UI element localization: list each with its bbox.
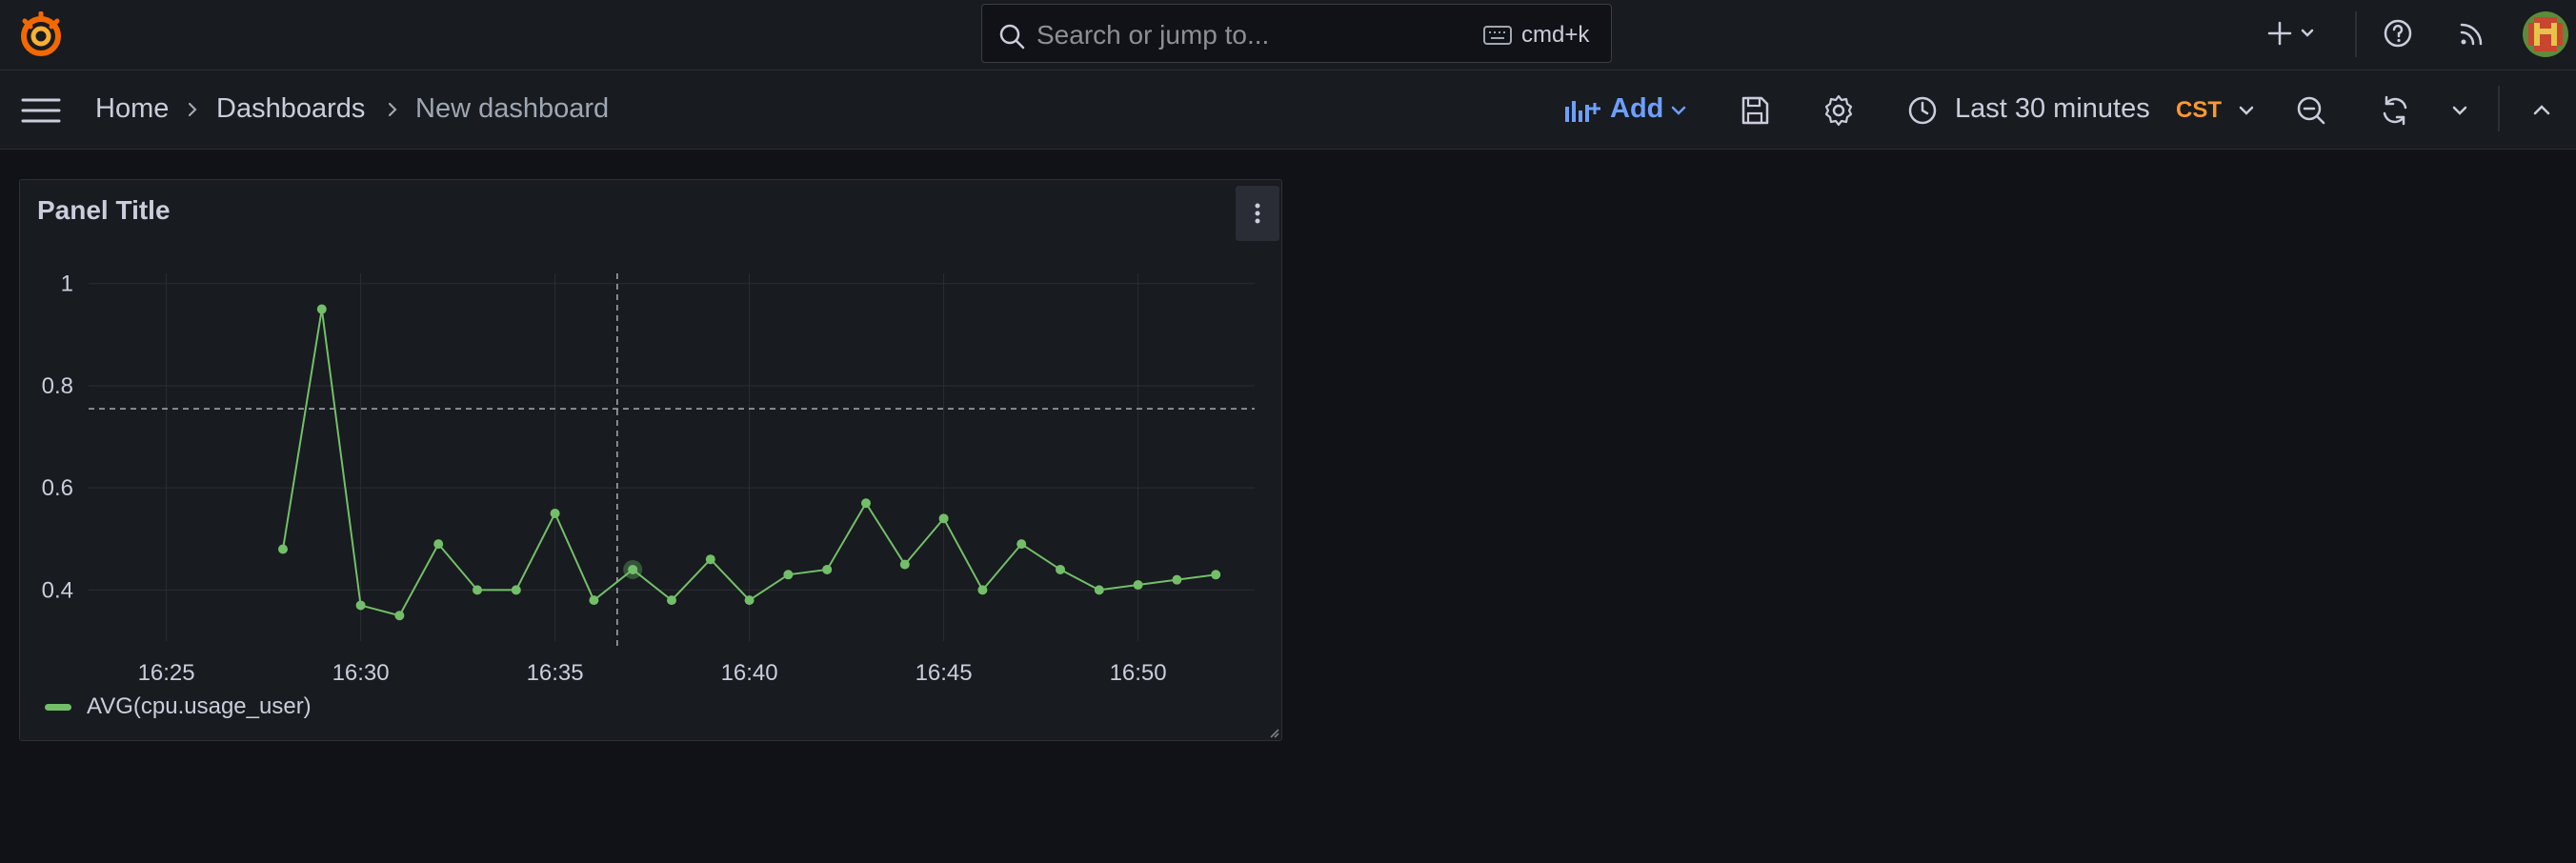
chevron-right-icon (388, 102, 397, 117)
y-tick-label: 0.4 (42, 577, 73, 603)
y-tick-label: 0.6 (42, 475, 73, 501)
x-tick-label: 16:30 (332, 660, 390, 686)
keyboard-icon (1483, 26, 1512, 45)
data-point (977, 585, 988, 595)
plus-icon[interactable] (2264, 17, 2296, 50)
legend-swatch (45, 704, 71, 711)
rss-icon[interactable] (2456, 17, 2488, 50)
chevron-down-icon[interactable] (2235, 93, 2258, 128)
search-icon (999, 24, 1025, 50)
breadcrumb-home[interactable]: Home (95, 93, 169, 125)
breadcrumb-dashboards[interactable]: Dashboards (216, 93, 365, 125)
data-point (1056, 564, 1065, 574)
hover-marker (623, 559, 643, 579)
search-shortcut: cmd+k (1521, 22, 1590, 48)
data-point (899, 559, 910, 570)
timeseries-panel[interactable]: Panel Title 0.4 0.6 0.8 1 16:25 16:30 16:35 16:… (19, 179, 1282, 741)
data-point (861, 498, 871, 509)
x-tick-label: 16:45 (916, 660, 973, 686)
clock-icon[interactable] (1905, 93, 1940, 128)
breadcrumb-current: New dashboard (415, 93, 610, 124)
chevron-right-icon (188, 102, 197, 117)
chevron-down-icon (1671, 106, 1686, 115)
search-placeholder: Search or jump to... (1036, 20, 1270, 50)
chevron-up-icon[interactable] (2528, 93, 2555, 128)
data-point (511, 585, 521, 595)
data-point (1172, 574, 1182, 585)
menu-icon[interactable] (21, 95, 61, 126)
grafana-logo-icon[interactable] (17, 11, 65, 59)
divider (2355, 11, 2357, 57)
data-point (667, 595, 676, 606)
add-button-label: Add (1610, 93, 1664, 124)
data-point (705, 554, 715, 565)
data-point (1133, 580, 1143, 591)
y-tick-label: 0.8 (42, 373, 73, 399)
x-tick-label: 16:40 (721, 660, 778, 686)
data-point (278, 544, 288, 554)
search-input[interactable]: Search or jump to... cmd+k (981, 4, 1612, 63)
data-point (744, 595, 755, 606)
line-chart[interactable]: 0.4 0.6 0.8 1 16:25 16:30 16:35 16:40 16:45 16:50 (20, 180, 1283, 742)
data-point (316, 304, 327, 314)
y-tick-label: 1 (61, 271, 73, 297)
data-point (473, 585, 482, 595)
save-icon[interactable] (1738, 93, 1772, 128)
gear-icon[interactable] (1821, 93, 1856, 128)
x-tick-label: 16:50 (1110, 660, 1167, 686)
divider (2498, 86, 2500, 131)
data-point (394, 611, 405, 621)
data-point (938, 513, 949, 524)
avatar[interactable] (2523, 11, 2568, 57)
resize-handle-icon[interactable] (1268, 727, 1279, 738)
refresh-icon[interactable] (2378, 93, 2412, 128)
data-point (355, 600, 366, 611)
legend-label[interactable]: AVG(cpu.usage_user) (87, 693, 312, 720)
zoom-out-icon[interactable] (2294, 93, 2328, 128)
data-point (1211, 570, 1221, 580)
time-range-label[interactable]: Last 30 minutes (1955, 93, 2150, 125)
help-icon[interactable] (2382, 17, 2414, 50)
data-point (822, 564, 833, 574)
add-panel-icon (1565, 101, 1600, 122)
x-tick-label: 16:35 (527, 660, 584, 686)
data-point (433, 539, 444, 550)
chevron-down-icon[interactable] (2448, 93, 2471, 128)
timezone-label: CST (2176, 97, 2222, 123)
data-point (589, 595, 599, 606)
top-bar: Search or jump to... cmd+k (0, 0, 2576, 70)
data-point (1016, 539, 1027, 550)
data-point (550, 508, 560, 518)
chevron-down-icon[interactable] (2298, 17, 2317, 50)
data-point (1094, 585, 1104, 595)
x-tick-label: 16:25 (138, 660, 195, 686)
dashboard-nav-bar: Home Dashboards New dashboard Add Last 3… (0, 70, 2576, 150)
data-point (783, 570, 794, 580)
